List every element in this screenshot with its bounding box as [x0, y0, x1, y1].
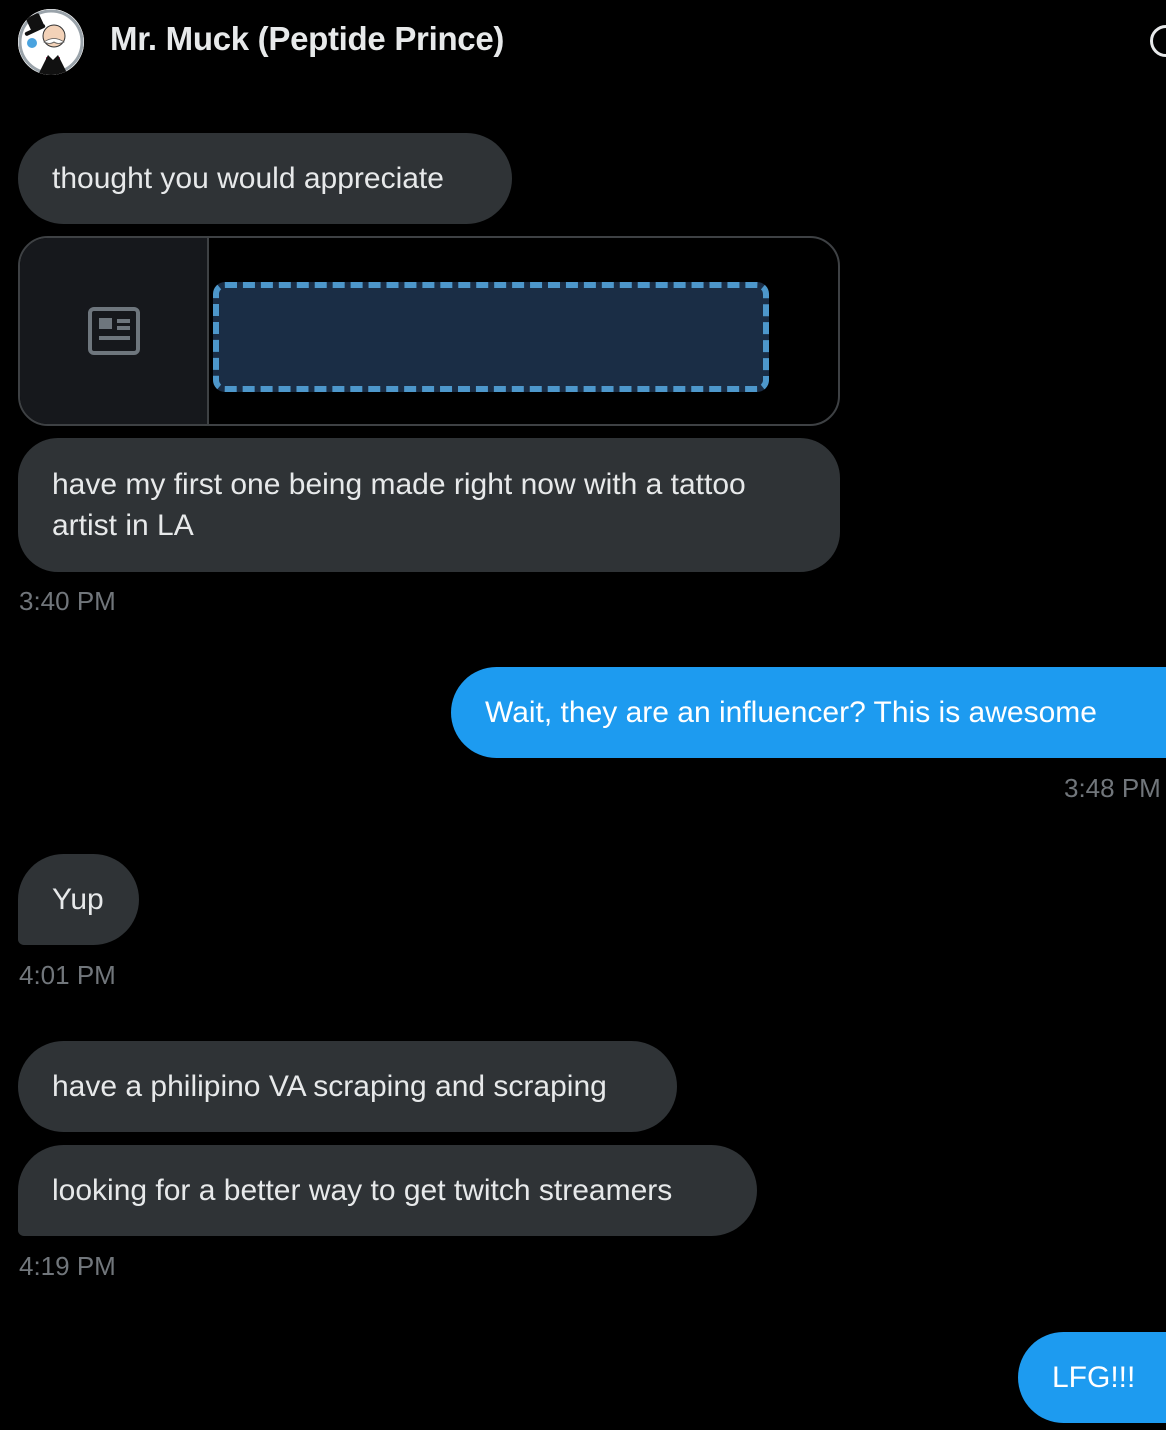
- message-bubble-outgoing[interactable]: Wait, they are an influencer? This is aw…: [451, 667, 1166, 758]
- message-text: LFG!!!: [1052, 1361, 1136, 1394]
- contact-name[interactable]: Mr. Muck (Peptide Prince): [110, 20, 504, 58]
- message-bubble-incoming[interactable]: have my first one being made right now w…: [18, 438, 840, 572]
- message-bubble-incoming[interactable]: looking for a better way to get twitch s…: [18, 1145, 757, 1236]
- dm-conversation: Mr. Muck (Peptide Prince) thought you wo…: [0, 0, 1166, 1430]
- message-timestamp: 3:40 PM: [19, 586, 116, 616]
- message-timestamp: 4:01 PM: [19, 960, 116, 990]
- message-text: have a philipino VA scraping and scrapin…: [52, 1070, 607, 1103]
- message-bubble-incoming[interactable]: thought you would appreciate: [18, 133, 512, 224]
- message-text: Yup: [52, 883, 104, 916]
- message-timestamp: 3:48 PM: [1064, 773, 1161, 803]
- conversation-header: Mr. Muck (Peptide Prince): [0, 0, 1166, 86]
- message-text-line: have my first one being made right now w…: [52, 468, 746, 501]
- link-preview-card[interactable]: [18, 236, 840, 426]
- message-text: thought you would appreciate: [52, 162, 444, 195]
- redacted-link-title: [213, 282, 769, 392]
- message-text: Wait, they are an influencer? This is aw…: [485, 696, 1097, 729]
- message-text-line: artist in LA: [52, 509, 194, 542]
- message-text: looking for a better way to get twitch s…: [52, 1174, 673, 1207]
- message-bubble-outgoing[interactable]: LFG!!!: [1018, 1332, 1166, 1423]
- article-icon: [88, 307, 140, 355]
- message-timestamp: 4:19 PM: [19, 1251, 116, 1281]
- monopoly-man-avatar-icon[interactable]: [18, 9, 84, 75]
- card-thumbnail: [20, 238, 209, 424]
- message-bubble-incoming[interactable]: Yup: [18, 854, 139, 945]
- info-icon[interactable]: [1150, 25, 1166, 57]
- message-bubble-incoming[interactable]: have a philipino VA scraping and scrapin…: [18, 1041, 677, 1132]
